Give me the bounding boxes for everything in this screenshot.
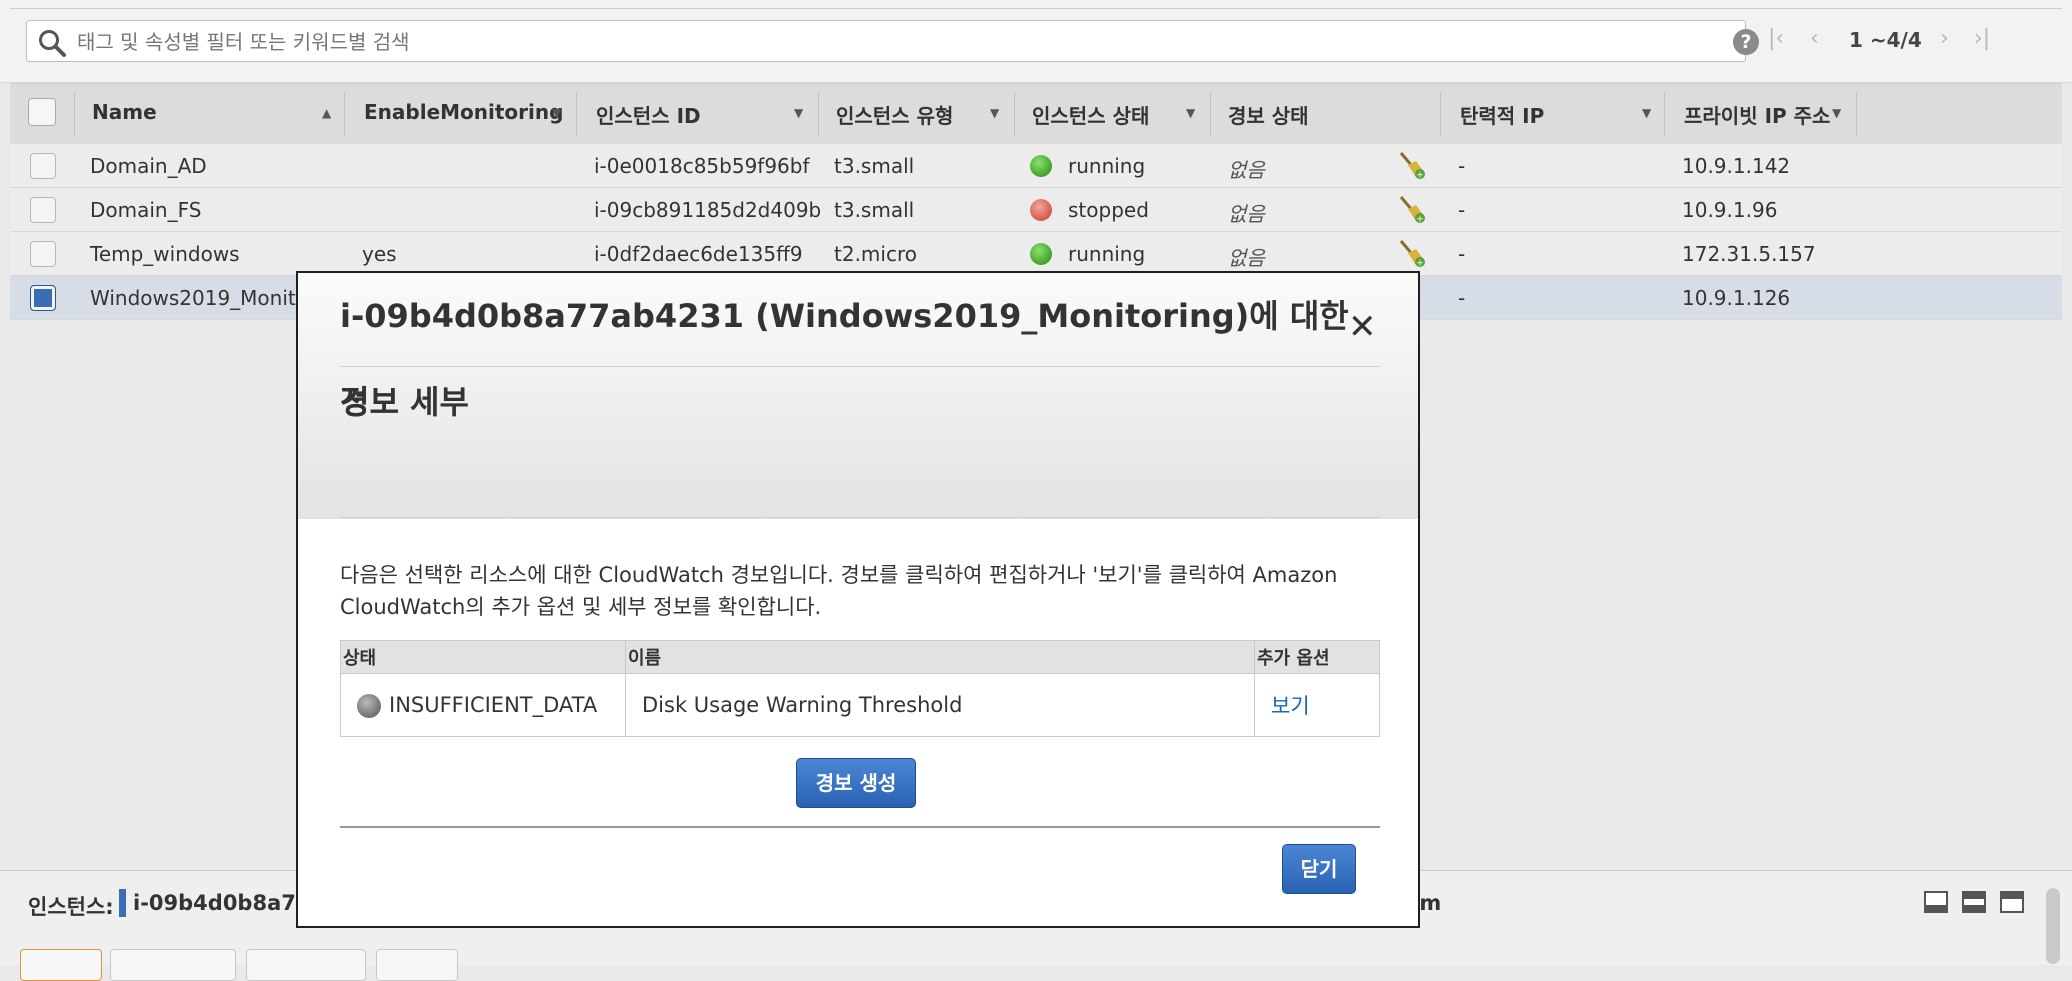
close-button[interactable]: 닫기 — [1282, 844, 1356, 894]
alarm-table: 상태 이름 추가 옵션 INSUFFICIENT_DATA Disk Usage… — [340, 640, 1380, 737]
footer-divider — [340, 826, 1380, 828]
create-alarm-button[interactable]: 경보 생성 — [796, 758, 916, 808]
column-header-status: 상태 — [340, 640, 626, 674]
view-link[interactable]: 보기 — [1271, 694, 1310, 718]
header-divider — [340, 517, 1380, 518]
insufficient-data-icon — [357, 693, 381, 718]
alarm-options-cell: 보기 — [1254, 673, 1380, 737]
column-header-options: 추가 옵션 — [1254, 640, 1380, 674]
column-header-alarm-name: 이름 — [625, 640, 1255, 674]
alarm-status-cell: INSUFFICIENT_DATA — [340, 673, 626, 737]
alarm-row[interactable]: INSUFFICIENT_DATA Disk Usage Warning Thr… — [340, 673, 1380, 737]
alarm-details-dialog: ✕ i-09b4d0b8a77ab4231 (Windows2019_Monit… — [296, 271, 1420, 928]
dialog-title-continued: 정보 — [340, 383, 399, 421]
dialog-description: 다음은 선택한 리소스에 대한 CloudWatch 경보입니다. 경보를 클릭… — [340, 563, 1338, 619]
alarm-name[interactable]: Disk Usage Warning Threshold — [625, 673, 1255, 737]
alarm-status-text: INSUFFICIENT_DATA — [389, 692, 598, 717]
